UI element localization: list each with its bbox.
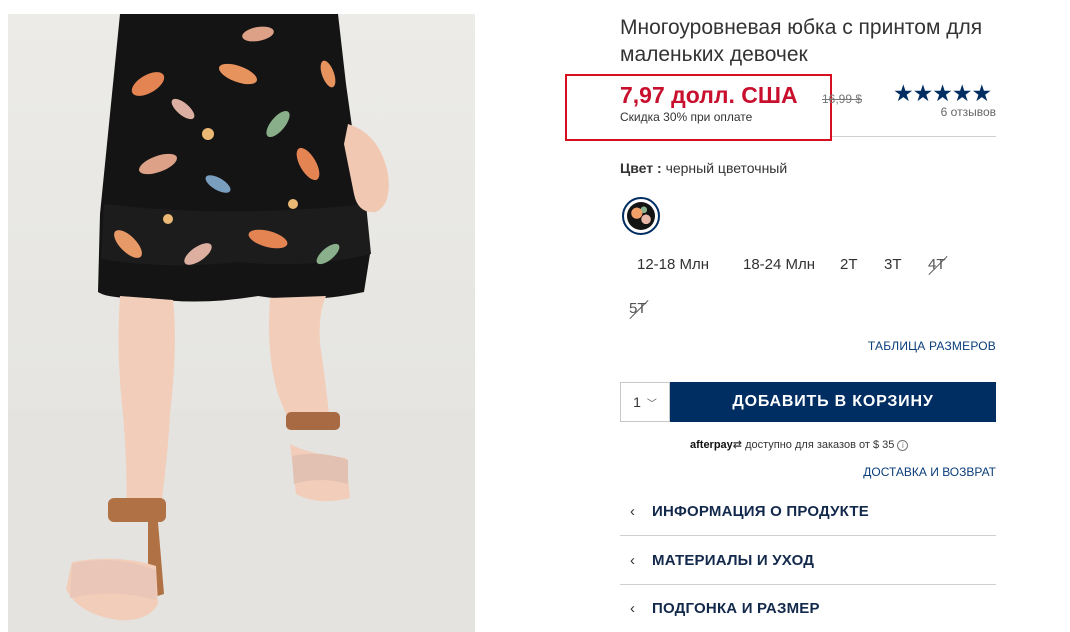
star-rating-icon[interactable]: ★★★★★ (893, 80, 996, 106)
size-chart-link[interactable]: ТАБЛИЦА РАЗМЕРОВ (868, 339, 996, 353)
size-2t[interactable]: 2T (840, 256, 858, 273)
accordion-product-info[interactable]: ‹ ИНФОРМАЦИЯ О ПРОДУКТЕ (620, 487, 996, 535)
accordion-materials-care[interactable]: ‹ МАТЕРИАЛЫ И УХОД (620, 536, 996, 584)
product-image (8, 14, 475, 632)
afterpay-note: afterpay⇄ доступно для заказов от $ 35 i (690, 438, 909, 451)
chevron-left-icon: ‹ (630, 502, 635, 520)
quantity-value: 1 (633, 394, 641, 410)
size-12-18m[interactable]: 12-18 Млн (637, 256, 709, 273)
reviews-link[interactable]: 6 отзывов (920, 105, 996, 119)
color-value: черный цветочный (665, 160, 788, 176)
size-5t-unavailable[interactable]: 5T (629, 300, 647, 317)
accordion-label: ИНФОРМАЦИЯ О ПРОДУКТЕ (652, 502, 869, 520)
color-selection: Цвет : черный цветочный (620, 160, 787, 176)
chevron-down-icon: ﹀ (646, 398, 657, 410)
afterpay-text: доступно для заказов от $ 35 (745, 439, 895, 451)
info-icon[interactable]: i (897, 439, 909, 451)
color-swatch-black-floral[interactable] (622, 197, 660, 235)
original-price: 16,99 $ (822, 92, 863, 106)
product-title: Многоуровневая юбка с принтом для малень… (620, 16, 983, 66)
size-3t[interactable]: 3T (884, 256, 902, 273)
sale-price: 7,97 долл. США (620, 82, 798, 108)
accordion-fit-size[interactable]: ‹ ПОДГОНКА И РАЗМЕР (620, 584, 996, 632)
shipping-returns-link[interactable]: ДОСТАВКА И ВОЗВРАТ (863, 465, 996, 479)
chevron-left-icon: ‹ (630, 551, 635, 569)
afterpay-logo: afterpay (690, 439, 733, 451)
size-4t-unavailable[interactable]: 4T (928, 256, 946, 273)
quantity-select[interactable]: 1 ﹀ (620, 382, 670, 422)
product-photo-illustration (8, 14, 475, 632)
size-18-24m[interactable]: 18-24 Млн (743, 256, 815, 273)
discount-note: Скидка 30% при оплате (620, 110, 753, 124)
chevron-left-icon: ‹ (630, 599, 635, 617)
divider (832, 136, 996, 137)
floral-print-swatch-icon (627, 202, 655, 230)
accordion-label: ПОДГОНКА И РАЗМЕР (652, 599, 820, 617)
color-label: Цвет : (620, 160, 662, 176)
accordion-label: МАТЕРИАЛЫ И УХОД (652, 551, 815, 569)
add-to-cart-button[interactable]: ДОБАВИТЬ В КОРЗИНУ (670, 382, 996, 422)
